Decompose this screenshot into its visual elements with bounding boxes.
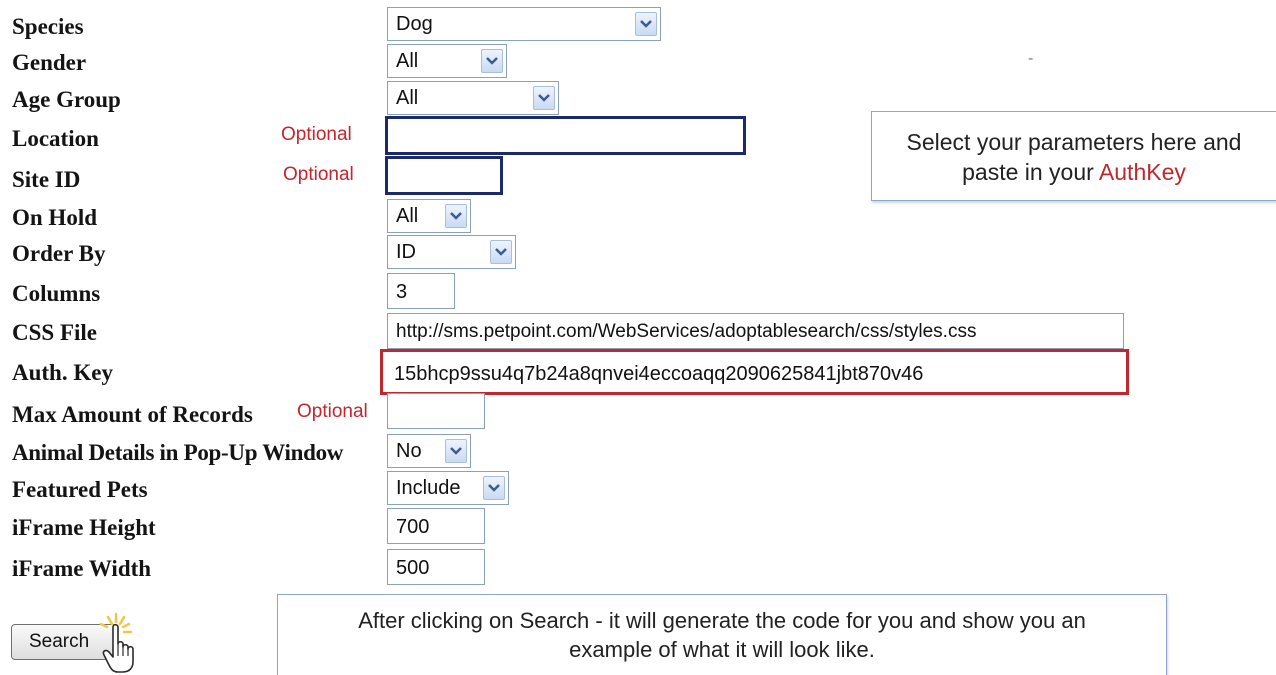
chevron-down-icon: [481, 49, 503, 73]
chevron-down-icon: [635, 12, 657, 36]
site-id-optional-note: Optional: [283, 164, 354, 185]
chevron-down-icon: [490, 240, 512, 264]
order-by-select[interactable]: ID: [387, 235, 516, 269]
max-records-input[interactable]: [387, 393, 485, 429]
chevron-down-icon: [445, 439, 467, 463]
columns-input[interactable]: 3: [387, 273, 455, 309]
on-hold-label: On Hold: [12, 205, 98, 230]
auth-key-input[interactable]: 15bhcp9ssu4q7b24a8qnvei4eccoaqq209062584…: [380, 349, 1129, 395]
iframe-height-value: 700: [396, 516, 430, 538]
on-hold-select[interactable]: All: [387, 199, 471, 233]
chevron-down-icon: [533, 86, 555, 110]
popup-value: No: [396, 440, 422, 462]
instruction-callout-bottom: After clicking on Search - it will gener…: [277, 594, 1167, 675]
max-records-label: Max Amount of Records: [12, 402, 253, 427]
gender-label: Gender: [12, 50, 87, 75]
css-file-value: http://sms.petpoint.com/WebServices/adop…: [396, 321, 977, 342]
chevron-down-icon: [483, 476, 505, 500]
age-group-select[interactable]: All: [387, 81, 559, 115]
iframe-width-input[interactable]: 500: [387, 549, 485, 585]
featured-pets-value: Include: [396, 477, 461, 499]
species-select[interactable]: Dog: [387, 7, 661, 41]
gender-select[interactable]: All: [387, 44, 507, 78]
callout-bottom-line2: example of what it will look like.: [569, 636, 875, 662]
popup-label: Animal Details in Pop-Up Window: [12, 440, 344, 465]
css-file-input[interactable]: http://sms.petpoint.com/WebServices/adop…: [387, 313, 1124, 349]
columns-value: 3: [396, 281, 408, 303]
species-value: Dog: [396, 13, 433, 35]
callout-bottom-line1: After clicking on Search - it will gener…: [358, 608, 1086, 633]
location-optional-note: Optional: [281, 124, 352, 145]
iframe-width-value: 500: [396, 557, 430, 579]
hand-pointer-icon: [96, 612, 152, 675]
on-hold-value: All: [396, 205, 419, 227]
stray-mark: -: [1028, 50, 1034, 67]
authkey-highlight: AuthKey: [1098, 158, 1186, 185]
featured-pets-select[interactable]: Include: [387, 471, 509, 505]
instruction-callout-top: Select your parameters here and paste in…: [871, 111, 1276, 201]
species-label: Species: [12, 14, 84, 39]
css-file-label: CSS File: [12, 320, 97, 345]
columns-label: Columns: [12, 281, 101, 306]
iframe-height-label: iFrame Height: [12, 515, 156, 540]
auth-key-label: Auth. Key: [12, 360, 113, 385]
callout-top-line2: paste in your AuthKey: [872, 158, 1276, 188]
site-id-label: Site ID: [12, 167, 81, 192]
site-id-input[interactable]: [385, 156, 503, 195]
age-group-label: Age Group: [12, 87, 121, 112]
iframe-height-input[interactable]: 700: [387, 508, 485, 544]
location-label: Location: [12, 126, 99, 151]
popup-select[interactable]: No: [387, 434, 471, 468]
callout-top-line1: Select your parameters here and: [906, 129, 1242, 155]
chevron-down-icon: [445, 204, 467, 228]
location-input[interactable]: [385, 116, 746, 155]
iframe-width-label: iFrame Width: [12, 556, 152, 581]
auth-key-value: 15bhcp9ssu4q7b24a8qnvei4eccoaqq209062584…: [394, 363, 924, 385]
search-button-label: Search: [29, 631, 90, 652]
age-group-value: All: [396, 87, 419, 109]
gender-value: All: [396, 50, 419, 72]
featured-pets-label: Featured Pets: [12, 477, 148, 502]
order-by-label: Order By: [12, 241, 106, 266]
max-records-optional-note: Optional: [297, 401, 368, 422]
callout-top-prefix: paste in your: [962, 158, 1099, 185]
order-by-value: ID: [396, 241, 416, 263]
